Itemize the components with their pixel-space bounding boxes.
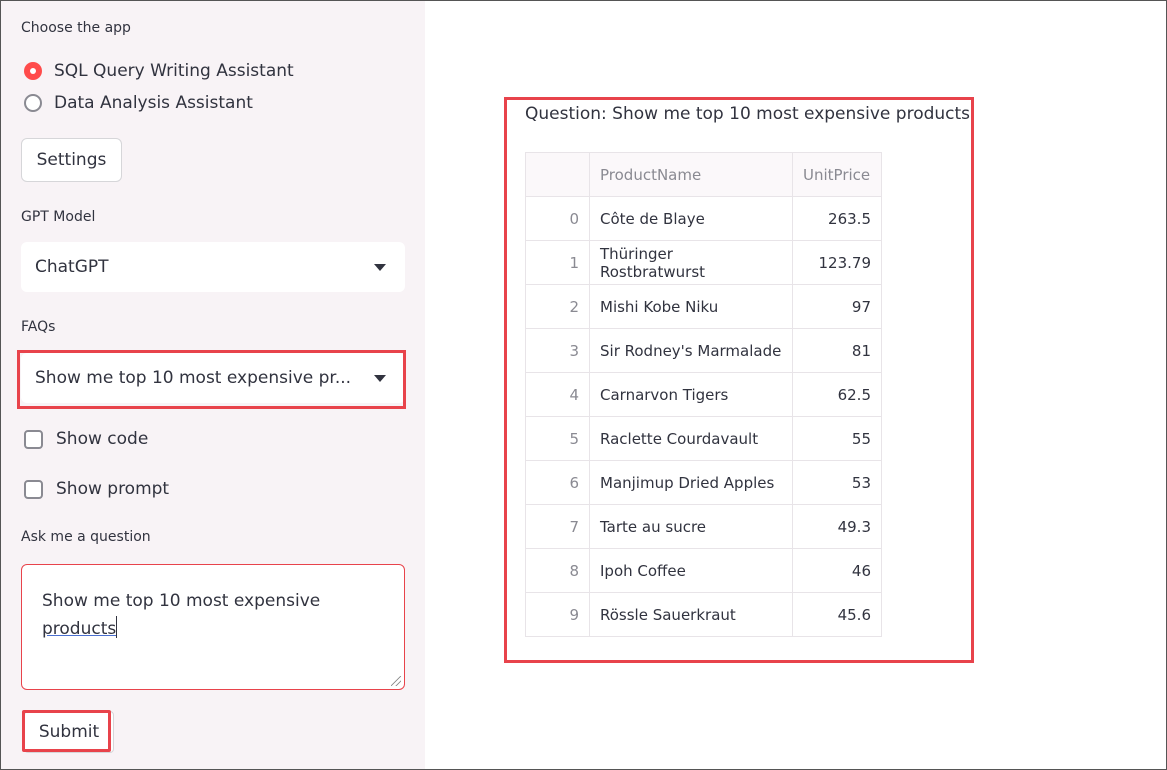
table-row: 0 Côte de Blaye 263.5	[525, 196, 882, 241]
app-choice-label: Choose the app	[21, 20, 131, 36]
row-index: 2	[525, 284, 590, 329]
column-header-unitprice[interactable]: UnitPrice	[792, 152, 882, 197]
settings-button[interactable]: Settings	[21, 138, 122, 182]
product-name-cell: Sir Rodney's Marmalade	[589, 328, 793, 373]
radio-option-sql-assistant[interactable]: SQL Query Writing Assistant	[24, 61, 294, 81]
table-row: 3 Sir Rodney's Marmalade 81	[525, 328, 882, 373]
table-row: 5 Raclette Courdavault 55	[525, 416, 882, 461]
question-heading: Question: Show me top 10 most expensive …	[525, 104, 971, 124]
unit-price-cell: 263.5	[792, 196, 882, 241]
product-name-cell: Raclette Courdavault	[589, 416, 793, 461]
show-prompt-checkbox[interactable]: Show prompt	[24, 479, 169, 499]
radio-option-data-analysis[interactable]: Data Analysis Assistant	[24, 93, 253, 113]
question-text-line2: products	[42, 619, 117, 639]
radio-label: Data Analysis Assistant	[54, 93, 253, 113]
product-name-cell: Carnarvon Tigers	[589, 372, 793, 417]
faqs-label: FAQs	[21, 319, 56, 335]
unit-price-cell: 53	[792, 460, 882, 505]
gpt-model-value: ChatGPT	[35, 257, 109, 277]
product-name-cell: Ipoh Coffee	[589, 548, 793, 593]
row-index: 9	[525, 592, 590, 637]
table-row: 1 Thüringer Rostbratwurst 123.79	[525, 240, 882, 285]
gpt-model-label: GPT Model	[21, 209, 96, 225]
checkbox-icon[interactable]	[24, 429, 43, 449]
show-code-checkbox[interactable]: Show code	[24, 429, 148, 449]
product-name-cell: Tarte au sucre	[589, 504, 793, 549]
table-row: 2 Mishi Kobe Niku 97	[525, 284, 882, 329]
row-index: 0	[525, 196, 590, 241]
question-textarea[interactable]: Show me top 10 most expensive products	[21, 564, 405, 690]
table-row: 6 Manjimup Dried Apples 53	[525, 460, 882, 505]
unit-price-cell: 49.3	[792, 504, 882, 549]
column-header-index[interactable]	[525, 152, 590, 197]
chevron-down-icon	[374, 264, 386, 271]
unit-price-cell: 123.79	[792, 240, 882, 285]
submit-highlight-box	[22, 710, 111, 752]
table-header-row: ProductName UnitPrice	[525, 152, 882, 197]
table-row: 4 Carnarvon Tigers 62.5	[525, 372, 882, 417]
row-index: 7	[525, 504, 590, 549]
unit-price-cell: 97	[792, 284, 882, 329]
product-name-cell: Rössle Sauerkraut	[589, 592, 793, 637]
unit-price-cell: 81	[792, 328, 882, 373]
product-name-cell: Thüringer Rostbratwurst	[589, 240, 793, 285]
column-header-productname[interactable]: ProductName	[589, 152, 793, 197]
gpt-model-select[interactable]: ChatGPT	[21, 242, 405, 292]
radio-selected-icon[interactable]	[24, 62, 42, 80]
resize-handle-icon[interactable]	[391, 676, 401, 686]
unit-price-cell: 46	[792, 548, 882, 593]
row-index: 8	[525, 548, 590, 593]
table-row: 9 Rössle Sauerkraut 45.6	[525, 592, 882, 637]
product-name-cell: Manjimup Dried Apples	[589, 460, 793, 505]
checkbox-icon[interactable]	[24, 479, 43, 499]
results-table: ProductName UnitPrice 0 Côte de Blaye 263.…	[525, 152, 882, 637]
unit-price-cell: 45.6	[792, 592, 882, 637]
row-index: 3	[525, 328, 590, 373]
table-row: 7 Tarte au sucre 49.3	[525, 504, 882, 549]
table-row: 8 Ipoh Coffee 46	[525, 548, 882, 593]
radio-label: SQL Query Writing Assistant	[54, 61, 294, 81]
checkbox-label: Show prompt	[56, 479, 170, 499]
faq-highlight-box	[17, 350, 406, 409]
row-index: 5	[525, 416, 590, 461]
ask-question-label: Ask me a question	[21, 529, 151, 545]
question-text-line1: Show me top 10 most expensive	[42, 591, 321, 611]
radio-unselected-icon[interactable]	[24, 94, 42, 112]
product-name-cell: Côte de Blaye	[589, 196, 793, 241]
row-index: 1	[525, 240, 590, 285]
unit-price-cell: 55	[792, 416, 882, 461]
row-index: 4	[525, 372, 590, 417]
checkbox-label: Show code	[56, 429, 149, 449]
text-cursor	[116, 616, 118, 638]
unit-price-cell: 62.5	[792, 372, 882, 417]
product-name-cell: Mishi Kobe Niku	[589, 284, 793, 329]
row-index: 6	[525, 460, 590, 505]
